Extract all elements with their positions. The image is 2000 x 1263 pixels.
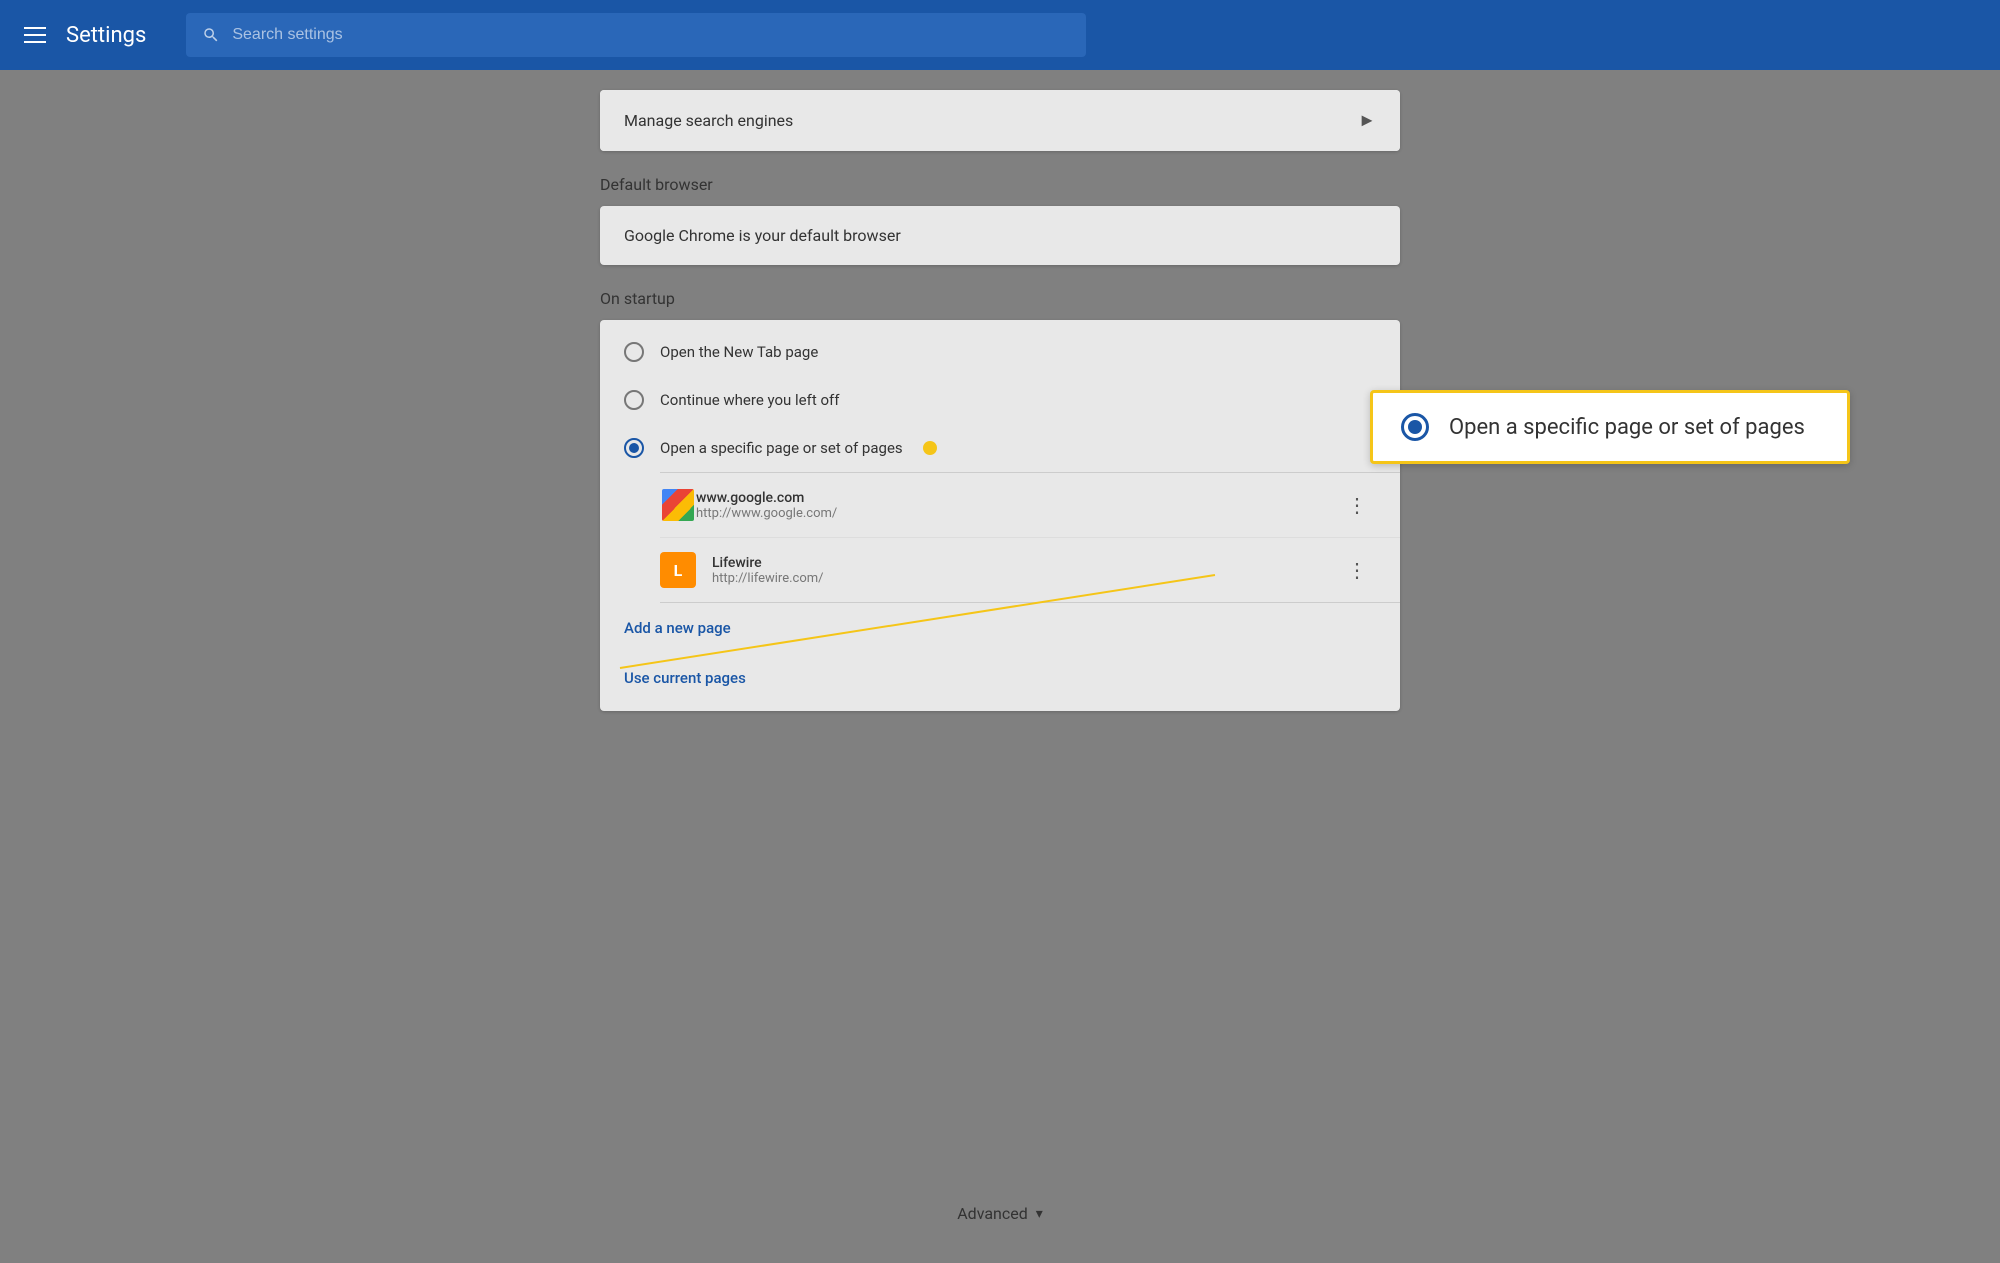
radio-btn-continue [624,390,644,410]
callout-radio-icon [1401,413,1429,441]
search-engines-card: Manage search engines ► [600,90,1400,151]
default-browser-card: Google Chrome is your default browser [600,206,1400,265]
google-page-name: www.google.com [696,490,1339,506]
search-input[interactable] [232,26,1070,44]
lifewire-favicon-letter: L [674,561,683,580]
google-favicon [660,487,696,523]
callout-text: Open a specific page or set of pages [1449,415,1805,440]
google-page-url: http://www.google.com/ [696,506,1339,521]
radio-label-specific: Open a specific page or set of pages [660,439,903,457]
header: Settings [0,0,2000,70]
callout-box: Open a specific page or set of pages [1370,390,1850,464]
page-title: Settings [66,23,146,48]
google-page-info: www.google.com http://www.google.com/ [696,490,1339,521]
lifewire-page-menu[interactable]: ⋮ [1339,554,1376,586]
on-startup-section-label: On startup [600,289,1400,308]
google-page-menu[interactable]: ⋮ [1339,489,1376,521]
lifewire-page-info: Lifewire http://lifewire.com/ [712,555,1339,586]
radio-continue[interactable]: Continue where you left off [600,376,1400,424]
radio-new-tab[interactable]: Open the New Tab page [600,328,1400,376]
page-item-google: www.google.com http://www.google.com/ ⋮ [660,473,1400,538]
default-browser-value: Google Chrome is your default browser [624,226,901,245]
add-new-page-link[interactable]: Add a new page [600,603,1400,653]
search-icon [202,26,220,44]
radio-specific[interactable]: Open a specific page or set of pages [600,424,1400,472]
google-favicon-bg [662,489,694,521]
search-engines-row[interactable]: Manage search engines ► [600,90,1400,151]
advanced-section[interactable]: Advanced ▾ [957,1204,1043,1223]
search-container [186,13,1086,57]
use-current-pages-link[interactable]: Use current pages [600,653,1400,703]
radio-label-new-tab: Open the New Tab page [660,343,818,361]
radio-btn-specific [624,438,644,458]
chevron-right-icon: ► [1358,110,1376,131]
pages-list: www.google.com http://www.google.com/ ⋮ … [660,472,1400,603]
lifewire-page-url: http://lifewire.com/ [712,571,1339,586]
menu-button[interactable] [24,27,46,43]
default-browser-section-label: Default browser [600,175,1400,194]
startup-section: Open the New Tab page Continue where you… [600,320,1400,711]
radio-btn-new-tab [624,342,644,362]
chevron-down-icon: ▾ [1036,1206,1043,1222]
callout-dot-indicator [923,441,937,455]
page-item-lifewire: L Lifewire http://lifewire.com/ ⋮ [660,538,1400,602]
lifewire-favicon: L [660,552,696,588]
advanced-label: Advanced [957,1204,1028,1223]
radio-label-continue: Continue where you left off [660,391,839,409]
lifewire-page-name: Lifewire [712,555,1339,571]
search-engines-label: Manage search engines [624,111,793,130]
